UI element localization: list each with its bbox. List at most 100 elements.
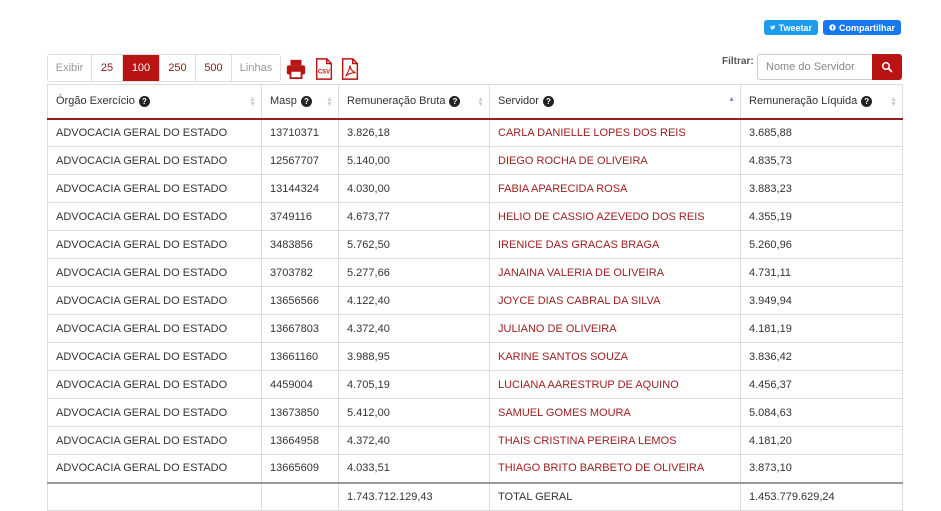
help-icon[interactable]: ? <box>542 95 554 107</box>
cell-remuneracao-bruta: 4.673,77 <box>338 202 490 231</box>
cell-remuneracao-liquida: 4.835,73 <box>740 146 903 175</box>
tweet-button[interactable]: Tweetar <box>764 20 818 35</box>
cell-remuneracao-liquida: 5.260,96 <box>740 230 903 259</box>
help-icon[interactable]: ? <box>300 95 312 107</box>
cell-masp: 4459004 <box>261 370 339 399</box>
filter-label: Filtrar: <box>722 56 754 67</box>
cell-remuneracao-liquida: 3.949,94 <box>740 286 903 315</box>
totals-row: 1.743.712.129,43 TOTAL GERAL 1.453.779.6… <box>47 481 903 511</box>
cell-masp: 13667803 <box>261 314 339 343</box>
cell-servidor[interactable]: LUCIANA AARESTRUP DE AQUINO <box>489 370 741 399</box>
tweet-label: Tweetar <box>778 22 812 33</box>
cell-servidor[interactable]: CARLA DANIELLE LOPES DOS REIS <box>489 118 741 147</box>
pager-suffix: Linhas <box>239 62 273 74</box>
cell-servidor[interactable]: DIEGO ROCHA DE OLIVEIRA <box>489 146 741 175</box>
pager-option-500[interactable]: 500 <box>196 55 232 81</box>
cell-remuneracao-bruta: 4.033,51 <box>338 454 490 483</box>
cell-orgao: ADVOCACIA GERAL DO ESTADO <box>47 118 262 147</box>
search-button[interactable] <box>872 54 902 80</box>
total-remuneracao-bruta: 1.743.712.129,43 <box>338 481 490 511</box>
sort-icon: ▲ ▼ <box>326 96 333 108</box>
column-header-label: Órgão Exercício <box>56 95 135 108</box>
cell-servidor[interactable]: JANAINA VALERIA DE OLIVEIRA <box>489 258 741 287</box>
cell-servidor[interactable]: THAIS CRISTINA PEREIRA LEMOS <box>489 426 741 455</box>
cell-remuneracao-bruta: 5.412,00 <box>338 398 490 427</box>
column-header-label: Masp <box>270 95 297 108</box>
table-row: ADVOCACIA GERAL DO ESTADO 3703782 5.277,66… <box>47 258 903 287</box>
cell-remuneracao-liquida: 4.456,37 <box>740 370 903 399</box>
sort-icon: ▲ ▼ <box>890 96 897 108</box>
cell-remuneracao-liquida: 4.181,19 <box>740 314 903 343</box>
cell-servidor[interactable]: FABIA APARECIDA ROSA <box>489 174 741 203</box>
cell-masp: 13710371 <box>261 118 339 147</box>
pdf-export-icon[interactable] <box>339 58 361 80</box>
cell-masp: 3703782 <box>261 258 339 287</box>
cell-orgao: ADVOCACIA GERAL DO ESTADO <box>47 426 262 455</box>
cell-masp: 13656566 <box>261 286 339 315</box>
cell-remuneracao-bruta: 3.826,18 <box>338 118 490 147</box>
cell-remuneracao-bruta: 4.372,40 <box>338 314 490 343</box>
table-row: ADVOCACIA GERAL DO ESTADO 13667803 4.372,4… <box>47 314 903 343</box>
table-row: ADVOCACIA GERAL DO ESTADO 12567707 5.140,0… <box>47 146 903 175</box>
cell-remuneracao-bruta: 5.277,66 <box>338 258 490 287</box>
cell-orgao: ADVOCACIA GERAL DO ESTADO <box>47 230 262 259</box>
sort-ascending-icon: ▲ <box>728 96 735 103</box>
cell-remuneracao-liquida: 3.836,42 <box>740 342 903 371</box>
column-header-remuneracao-bruta[interactable]: Remuneração Bruta? ▲ ▼ <box>338 84 490 120</box>
help-icon[interactable]: ? <box>449 95 461 107</box>
share-button[interactable]: Compartilhar <box>823 20 901 35</box>
cell-remuneracao-liquida: 3.685,88 <box>740 118 903 147</box>
cell-orgao: ADVOCACIA GERAL DO ESTADO <box>47 454 262 483</box>
table-row: ADVOCACIA GERAL DO ESTADO 4459004 4.705,19… <box>47 370 903 399</box>
table-row: ADVOCACIA GERAL DO ESTADO 13661160 3.988,9… <box>47 342 903 371</box>
cell-orgao: ADVOCACIA GERAL DO ESTADO <box>47 202 262 231</box>
cell-servidor[interactable]: THIAGO BRITO BARBETO DE OLIVEIRA <box>489 454 741 483</box>
table-row: ADVOCACIA GERAL DO ESTADO 13656566 4.122,4… <box>47 286 903 315</box>
cell-servidor[interactable]: JOYCE DIAS CABRAL DA SILVA <box>489 286 741 315</box>
cell-servidor[interactable]: JULIANO DE OLIVEIRA <box>489 314 741 343</box>
pager-label: Exibir <box>48 55 92 81</box>
table-row: ADVOCACIA GERAL DO ESTADO 13664958 4.372,4… <box>47 426 903 455</box>
cell-orgao: ADVOCACIA GERAL DO ESTADO <box>47 174 262 203</box>
cell-remuneracao-bruta: 4.030,00 <box>338 174 490 203</box>
table-row: ADVOCACIA GERAL DO ESTADO 3749116 4.673,77… <box>47 202 903 231</box>
facebook-icon <box>829 24 836 31</box>
column-header-servidor[interactable]: Servidor? ▲ <box>489 84 741 120</box>
help-icon[interactable]: ? <box>138 95 150 107</box>
cell-masp: 12567707 <box>261 146 339 175</box>
csv-export-icon[interactable]: CSV <box>313 58 335 80</box>
table-row: ADVOCACIA GERAL DO ESTADO 13673850 5.412,0… <box>47 398 903 427</box>
cell-servidor[interactable]: SAMUEL GOMES MOURA <box>489 398 741 427</box>
cell-masp: 13664958 <box>261 426 339 455</box>
print-icon[interactable] <box>285 58 307 80</box>
column-header-orgao[interactable]: Órgão Exercício? ▲ ▼ <box>47 84 262 120</box>
cell-remuneracao-bruta: 5.762,50 <box>338 230 490 259</box>
table-header-row: Órgão Exercício? ▲ ▼ Masp? ▲ ▼ Remuneração B… <box>47 84 903 120</box>
servers-table: Órgão Exercício? ▲ ▼ Masp? ▲ ▼ Remuneração B… <box>47 84 903 511</box>
search-input[interactable] <box>757 54 873 80</box>
table-row: ADVOCACIA GERAL DO ESTADO 13144324 4.030,0… <box>47 174 903 203</box>
table-row: ADVOCACIA GERAL DO ESTADO 3483856 5.762,50… <box>47 230 903 259</box>
pager-option-25[interactable]: 25 <box>92 55 123 81</box>
cell-masp: 13673850 <box>261 398 339 427</box>
cell-remuneracao-bruta: 4.122,40 <box>338 286 490 315</box>
total-remuneracao-liquida: 1.453.779.629,24 <box>740 481 903 511</box>
cell-remuneracao-bruta: 5.140,00 <box>338 146 490 175</box>
cell-remuneracao-liquida: 3.883,23 <box>740 174 903 203</box>
cell-servidor[interactable]: KARINE SANTOS SOUZA <box>489 342 741 371</box>
cell-servidor[interactable]: HELIO DE CASSIO AZEVEDO DOS REIS <box>489 202 741 231</box>
cell-remuneracao-bruta: 4.372,40 <box>338 426 490 455</box>
column-header-masp[interactable]: Masp? ▲ ▼ <box>261 84 339 120</box>
pager-option-100[interactable]: 100 <box>123 55 160 81</box>
help-icon[interactable]: ? <box>861 95 873 107</box>
pager-option-250[interactable]: 250 <box>160 55 196 81</box>
cell-orgao: ADVOCACIA GERAL DO ESTADO <box>47 342 262 371</box>
column-header-remuneracao-liquida[interactable]: Remuneração Líquida? ▲ ▼ <box>740 84 903 120</box>
twitter-icon <box>770 25 776 30</box>
column-header-label: Servidor <box>498 95 539 108</box>
cell-remuneracao-liquida: 4.355,19 <box>740 202 903 231</box>
cell-servidor[interactable]: IRENICE DAS GRACAS BRAGA <box>489 230 741 259</box>
sort-icon: ▲ ▼ <box>477 96 484 108</box>
sort-icon: ▲ ▼ <box>249 96 256 108</box>
column-header-label: Remuneração Líquida <box>749 95 858 108</box>
